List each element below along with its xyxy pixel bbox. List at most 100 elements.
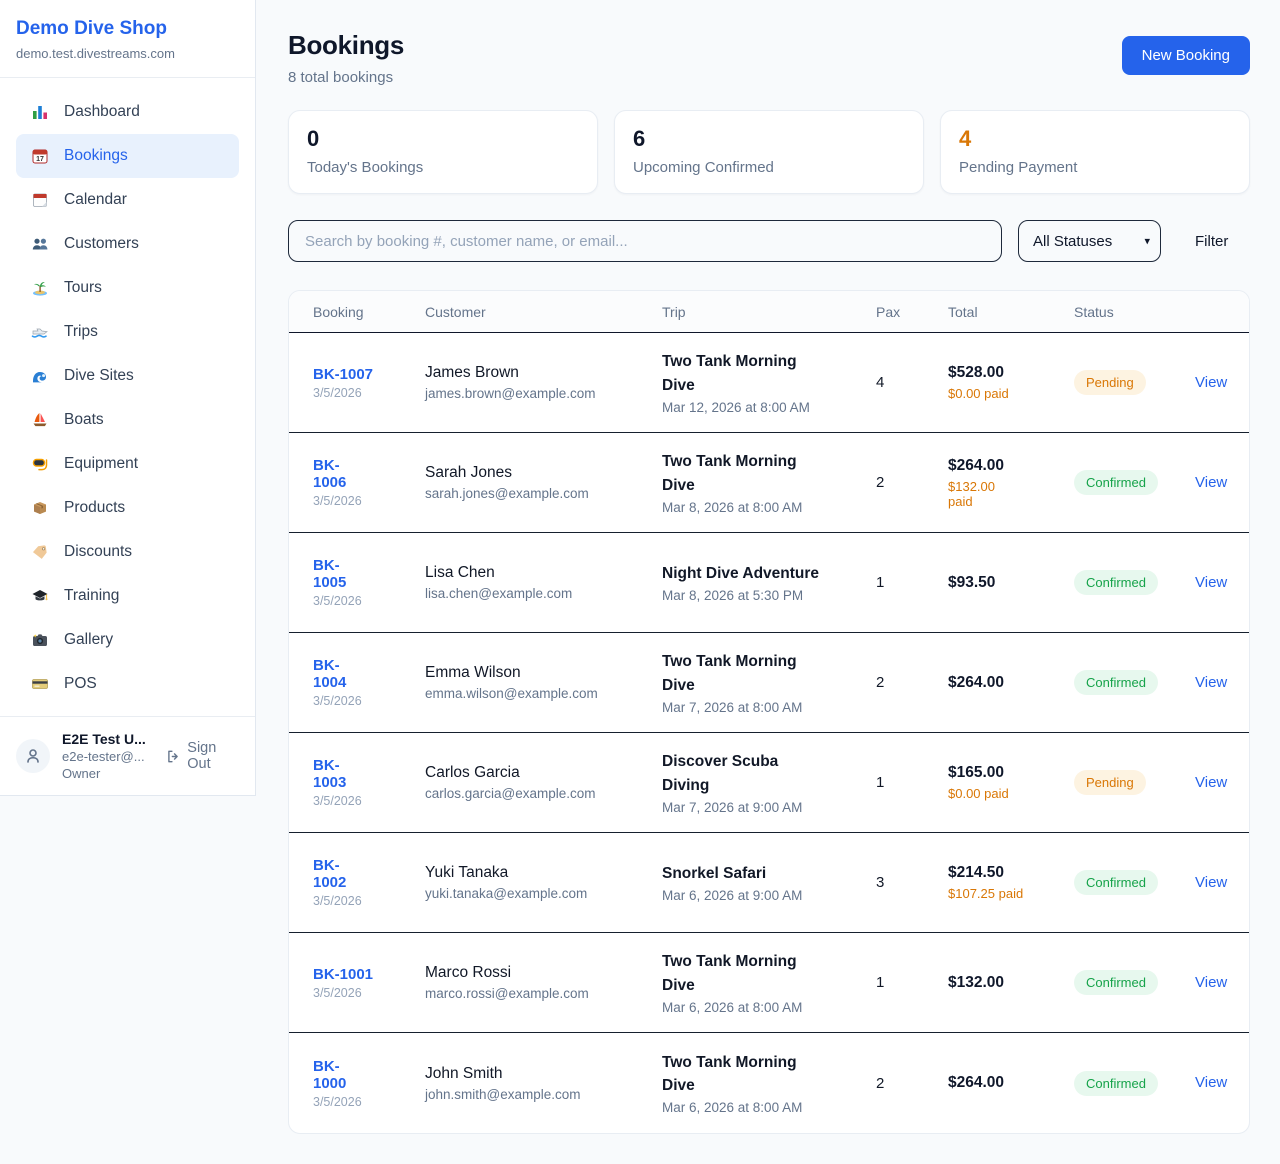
sidebar-item-dashboard[interactable]: Dashboard	[16, 90, 239, 134]
status-badge: Confirmed	[1074, 570, 1158, 595]
stat-label: Pending Payment	[959, 159, 1231, 176]
user-icon	[24, 747, 42, 765]
tours-icon	[30, 278, 50, 298]
sidebar-item-equipment[interactable]: Equipment	[16, 442, 239, 486]
filter-button[interactable]: Filter	[1195, 233, 1228, 250]
sidebar-item-boats[interactable]: Boats	[16, 398, 239, 442]
total-amount: $264.00	[948, 1074, 1064, 1092]
booking-id-link[interactable]: BK-1001	[313, 966, 415, 983]
sidebar-item-trips[interactable]: Trips	[16, 310, 239, 354]
pax-count: 4	[876, 374, 948, 391]
customer-name: James Brown	[425, 364, 652, 382]
trip-name: Two Tank Morning Dive	[662, 1051, 866, 1098]
sidebar-item-tours[interactable]: Tours	[16, 266, 239, 310]
booking-date: 3/5/2026	[313, 794, 415, 808]
sidebar-item-products[interactable]: Products	[16, 486, 239, 530]
trip-name: Two Tank Morning Dive	[662, 450, 866, 497]
column-header-trip: Trip	[662, 304, 876, 320]
trip-name: Two Tank Morning Dive	[662, 350, 866, 397]
bookings-icon: 17	[30, 146, 50, 166]
customer-email: james.brown@example.com	[425, 386, 652, 401]
shop-domain: demo.test.divestreams.com	[16, 46, 239, 61]
booking-date: 3/5/2026	[313, 986, 415, 1000]
pax-count: 1	[876, 774, 948, 791]
view-link[interactable]: View	[1195, 474, 1227, 491]
discounts-icon	[30, 542, 50, 562]
sidebar-item-discounts[interactable]: Discounts	[16, 530, 239, 574]
pax-count: 2	[876, 474, 948, 491]
booking-id-link[interactable]: BK-1007	[313, 366, 415, 383]
table-header: Booking Customer Trip Pax Total Status	[289, 291, 1249, 333]
view-link[interactable]: View	[1195, 674, 1227, 691]
training-icon	[30, 586, 50, 606]
stat-card-todays-bookings: 0 Today's Bookings	[288, 110, 598, 194]
user-role: Owner	[62, 766, 151, 781]
sidebar-item-training[interactable]: Training	[16, 574, 239, 618]
status-select[interactable]: All Statuses	[1018, 220, 1161, 262]
table-row: BK- 1005 3/5/2026 Lisa Chen lisa.chen@ex…	[289, 533, 1249, 633]
paid-amount: $132.00 paid	[948, 479, 1064, 509]
view-link[interactable]: View	[1195, 1074, 1227, 1091]
gallery-icon	[30, 630, 50, 650]
booking-date: 3/5/2026	[313, 894, 415, 908]
view-link[interactable]: View	[1195, 974, 1227, 991]
table-row: BK-1001 3/5/2026 Marco Rossi marco.rossi…	[289, 933, 1249, 1033]
table-row: BK- 1003 3/5/2026 Carlos Garcia carlos.g…	[289, 733, 1249, 833]
status-badge: Confirmed	[1074, 670, 1158, 695]
trip-name: Two Tank Morning Dive	[662, 950, 866, 997]
view-link[interactable]: View	[1195, 774, 1227, 791]
total-amount: $132.00	[948, 974, 1064, 992]
page-header: Bookings 8 total bookings New Booking	[288, 30, 1250, 86]
booking-id-link[interactable]: BK- 1000	[313, 1058, 415, 1092]
user-email: e2e-tester@...	[62, 749, 151, 764]
customer-name: John Smith	[425, 1065, 652, 1083]
status-badge: Confirmed	[1074, 970, 1158, 995]
trip-datetime: Mar 6, 2026 at 8:00 AM	[662, 1100, 866, 1115]
view-link[interactable]: View	[1195, 874, 1227, 891]
stat-label: Upcoming Confirmed	[633, 159, 905, 176]
column-header-status: Status	[1074, 304, 1195, 320]
sidebar-item-customers[interactable]: Customers	[16, 222, 239, 266]
customer-email: yuki.tanaka@example.com	[425, 886, 652, 901]
status-badge: Pending	[1074, 770, 1146, 795]
trip-name: Discover Scuba Diving	[662, 750, 866, 797]
column-header-booking: Booking	[313, 304, 425, 320]
booking-id-link[interactable]: BK- 1002	[313, 857, 415, 891]
customer-email: emma.wilson@example.com	[425, 686, 652, 701]
table-row: BK-1007 3/5/2026 James Brown james.brown…	[289, 333, 1249, 433]
total-amount: $93.50	[948, 574, 1064, 592]
sign-out-button[interactable]: Sign Out	[165, 740, 239, 772]
sidebar-item-gallery[interactable]: Gallery	[16, 618, 239, 662]
trip-datetime: Mar 6, 2026 at 8:00 AM	[662, 1000, 866, 1015]
total-amount: $165.00	[948, 764, 1064, 782]
booking-id-link[interactable]: BK- 1004	[313, 657, 415, 691]
stats-row: 0 Today's Bookings 6 Upcoming Confirmed …	[288, 110, 1250, 194]
view-link[interactable]: View	[1195, 374, 1227, 391]
customer-email: john.smith@example.com	[425, 1087, 652, 1102]
products-icon	[30, 498, 50, 518]
trip-datetime: Mar 7, 2026 at 8:00 AM	[662, 700, 866, 715]
total-amount: $264.00	[948, 457, 1064, 475]
booking-id-link[interactable]: BK- 1006	[313, 457, 415, 491]
new-booking-button[interactable]: New Booking	[1122, 36, 1250, 75]
search-input[interactable]	[288, 220, 1002, 262]
sidebar-item-calendar[interactable]: Calendar	[16, 178, 239, 222]
booking-id-link[interactable]: BK- 1003	[313, 757, 415, 791]
pax-count: 1	[876, 974, 948, 991]
pos-icon	[30, 674, 50, 694]
sidebar-item-bookings[interactable]: 17 Bookings	[16, 134, 239, 178]
customer-email: carlos.garcia@example.com	[425, 786, 652, 801]
stat-value: 4	[959, 126, 1231, 152]
status-badge: Pending	[1074, 370, 1146, 395]
pax-count: 3	[876, 874, 948, 891]
total-amount: $264.00	[948, 674, 1064, 692]
sidebar-item-dive-sites[interactable]: Dive Sites	[16, 354, 239, 398]
customer-name: Yuki Tanaka	[425, 864, 652, 882]
paid-amount: $107.25 paid	[948, 886, 1064, 901]
trip-datetime: Mar 6, 2026 at 9:00 AM	[662, 888, 866, 903]
shop-header: Demo Dive Shop demo.test.divestreams.com	[0, 0, 255, 78]
booking-id-link[interactable]: BK- 1005	[313, 557, 415, 591]
view-link[interactable]: View	[1195, 574, 1227, 591]
equipment-icon	[30, 454, 50, 474]
sidebar-item-pos[interactable]: POS	[16, 662, 239, 706]
